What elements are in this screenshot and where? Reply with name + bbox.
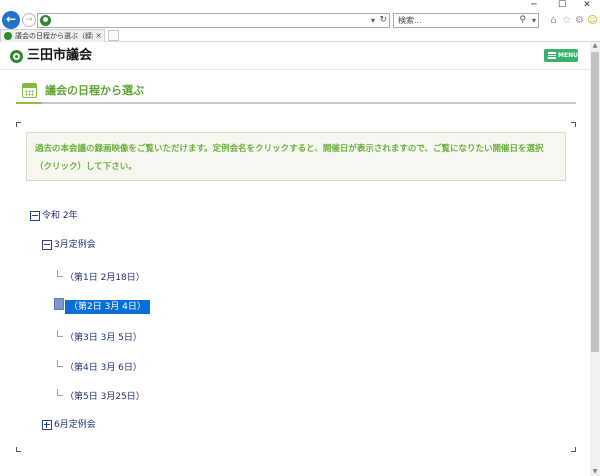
feedback-smile-icon[interactable]: ☺ [586, 14, 599, 27]
site-header: 三田市議会 MENU [0, 42, 590, 70]
address-bar[interactable]: ▾ ↻ [37, 13, 390, 28]
selected-node-icon [54, 298, 64, 310]
section-heading: 議会の日程から選ぶ [16, 80, 576, 104]
notice-text: 過去の本会議の録画映像をご覧いただけます。定例会名をクリックすると、開催日が表示… [35, 144, 544, 172]
frame-corner [16, 447, 21, 452]
scrollbar-thumb[interactable] [591, 52, 599, 352]
tab-title: 議会の日程から選ぶ（録画... [15, 32, 93, 40]
tree-day-item[interactable]: （第1日 2月18日） [65, 272, 145, 284]
site-title[interactable]: 三田市議会 [27, 47, 92, 65]
menu-button[interactable]: MENU [544, 49, 578, 62]
collapse-toggle-icon[interactable] [30, 211, 40, 221]
city-logo-icon[interactable] [10, 50, 23, 63]
back-button[interactable]: ← [2, 11, 20, 29]
tab-close-icon[interactable]: × [95, 30, 102, 42]
search-icon[interactable]: ⚲ [519, 14, 526, 27]
close-window-button[interactable]: ✕ [574, 0, 600, 11]
tree-connector [57, 389, 63, 396]
tree-connector [57, 270, 63, 277]
frame-corner [571, 447, 576, 452]
tab-active[interactable]: 議会の日程から選ぶ（録画... × [0, 29, 105, 42]
tree-session-label[interactable]: 3月定例会 [54, 239, 96, 251]
window-titlebar: ─ ☐ ✕ [0, 0, 600, 11]
hamburger-icon [548, 52, 556, 59]
collapse-toggle-icon[interactable] [42, 240, 52, 250]
browser-navbar: ← → ▾ ↻ 検索... ⚲ ▾ ⌂ ☆ ⚙ ☺ [0, 11, 600, 29]
minimize-button[interactable]: ─ [521, 0, 547, 11]
address-dropdown-icon[interactable]: ▾ [371, 14, 375, 27]
instruction-notice: 過去の本会議の録画映像をご覧いただけます。定例会名をクリックすると、開催日が表示… [26, 132, 566, 181]
favorites-star-icon[interactable]: ☆ [560, 14, 573, 27]
search-input[interactable]: 検索... [398, 14, 422, 27]
tree-year-label[interactable]: 令和 2年 [42, 210, 78, 222]
search-dropdown-icon[interactable]: ▾ [532, 14, 536, 27]
search-box[interactable]: 検索... ⚲ ▾ [393, 13, 539, 28]
vertical-scrollbar[interactable]: ▲ ▼ [590, 42, 600, 476]
section-accent-bar [16, 102, 42, 104]
tree-session-label[interactable]: 6月定例会 [54, 419, 96, 431]
frame-corner [571, 122, 576, 127]
scroll-up-arrow-icon[interactable]: ▲ [590, 42, 600, 50]
tab-bar: 議会の日程から選ぶ（録画... × [0, 29, 600, 42]
tree-connector [57, 360, 63, 367]
menu-label: MENU [558, 52, 578, 59]
page-content: 三田市議会 MENU 議会の日程から選ぶ 過去の本会議の録画映像をご覧いただけま… [0, 42, 590, 476]
tree-day-item[interactable]: （第5日 3月25日） [65, 391, 145, 403]
expand-toggle-icon[interactable] [42, 420, 52, 430]
tree-day-item[interactable]: （第3日 3月 5日） [65, 332, 142, 344]
forward-button[interactable]: → [22, 13, 36, 27]
site-favicon-icon [40, 15, 51, 26]
tab-favicon-icon [4, 32, 12, 40]
tree-day-item[interactable]: （第4日 3月 6日） [65, 362, 142, 374]
maximize-button[interactable]: ☐ [549, 0, 575, 11]
tree-connector [57, 330, 63, 337]
calendar-icon [22, 83, 37, 98]
tree-day-item-selected[interactable]: （第2日 3月 4日） [65, 300, 150, 314]
new-tab-button[interactable] [108, 30, 119, 41]
scroll-down-arrow-icon[interactable]: ▼ [590, 468, 600, 476]
refresh-icon[interactable]: ↻ [379, 14, 387, 27]
frame-corner [16, 122, 21, 127]
settings-gear-icon[interactable]: ⚙ [573, 14, 586, 27]
section-title: 議会の日程から選ぶ [45, 84, 144, 97]
home-icon[interactable]: ⌂ [547, 14, 560, 27]
